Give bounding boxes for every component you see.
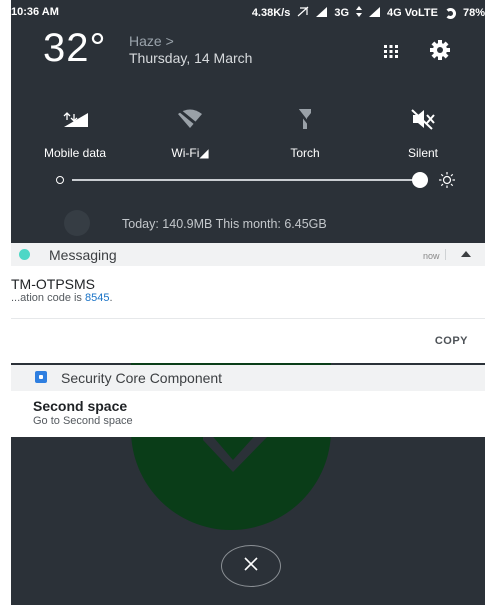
action-divider — [11, 318, 485, 319]
battery-icon — [444, 7, 456, 19]
notification-body: ...ation code is 8545. — [11, 292, 113, 304]
notification-sender: TM-OTPSMS — [11, 276, 95, 292]
close-icon — [244, 556, 258, 576]
notification-body: Go to Second space — [33, 415, 133, 427]
network-4g: 4G VoLTE — [387, 7, 438, 19]
notification-security[interactable]: Security Core Component Second space Go … — [11, 365, 485, 437]
gear-icon[interactable] — [429, 39, 451, 66]
toggle-mobile-data[interactable]: Mobile data — [30, 102, 120, 160]
brightness-thumb[interactable] — [412, 172, 428, 188]
network-speed: 4.38K/s — [251, 7, 291, 19]
notification-title: Second space — [33, 398, 128, 414]
weather-date: Thursday, 14 March — [129, 50, 253, 66]
weather-temperature[interactable]: 32° — [43, 26, 107, 71]
messaging-app-icon — [19, 249, 30, 260]
notification-app-name: Messaging — [49, 247, 117, 263]
weather-info[interactable]: Haze > Thursday, 14 March — [129, 33, 252, 67]
status-bar: 10:36 AM 4.38K/s 3G 4G VoLTE 78% — [11, 0, 485, 24]
notification-app-name: Security Core Component — [61, 370, 223, 386]
notification-header: Messaging now — [11, 243, 485, 266]
data-usage-row[interactable]: Today: 140.9MB This month: 6.45GB — [11, 210, 485, 236]
brightness-track[interactable] — [72, 179, 418, 181]
header-divider — [445, 249, 446, 260]
battery-percent: 78% — [462, 7, 485, 19]
toggle-wifi[interactable]: Wi-Fi◢ — [145, 102, 235, 160]
notification-shade: 10:36 AM 4.38K/s 3G 4G VoLTE 78% 32° Haz… — [11, 0, 485, 605]
brightness-slider[interactable] — [56, 170, 456, 190]
quick-setting-label: Silent — [407, 146, 439, 160]
mobile-data-icon — [30, 102, 120, 136]
quick-setting-label: Mobile data — [43, 146, 107, 160]
signal-icon — [316, 6, 328, 20]
data-activity-icon — [356, 6, 363, 20]
network-3g: 3G — [334, 7, 350, 19]
status-time: 10:36 AM — [11, 6, 59, 18]
close-button[interactable] — [221, 545, 281, 587]
collapse-icon[interactable] — [461, 251, 471, 257]
body-suffix: . — [109, 292, 113, 304]
brightness-min-icon — [56, 176, 64, 184]
data-usage-icon — [64, 210, 90, 236]
copy-button[interactable]: COPY — [435, 335, 468, 347]
app-grid-icon[interactable] — [381, 41, 401, 61]
toggle-silent[interactable]: Silent — [378, 102, 468, 160]
quick-setting-label: Wi-Fi◢ — [171, 146, 209, 160]
signal-icon — [369, 6, 381, 20]
otp-code: 8545 — [85, 292, 110, 304]
body-prefix: ...ation code is — [11, 292, 85, 304]
notification-messaging[interactable]: Messaging now TM-OTPSMS ...ation code is… — [11, 243, 485, 363]
notification-header: Security Core Component — [11, 365, 485, 391]
security-app-icon — [35, 371, 47, 383]
quick-setting-label: Torch — [290, 146, 320, 160]
toggle-torch[interactable]: Torch — [260, 102, 350, 160]
data-usage-text: Today: 140.9MB This month: 6.45GB — [122, 217, 327, 231]
no-sim-icon — [297, 6, 309, 20]
silent-icon — [378, 102, 468, 136]
brightness-sun-icon — [438, 171, 456, 189]
weather-condition: Haze > — [129, 33, 174, 49]
notification-time: now — [423, 251, 440, 261]
status-indicators: 4.38K/s 3G 4G VoLTE 78% — [252, 6, 485, 20]
wifi-off-icon — [145, 102, 235, 136]
torch-off-icon — [260, 102, 350, 136]
